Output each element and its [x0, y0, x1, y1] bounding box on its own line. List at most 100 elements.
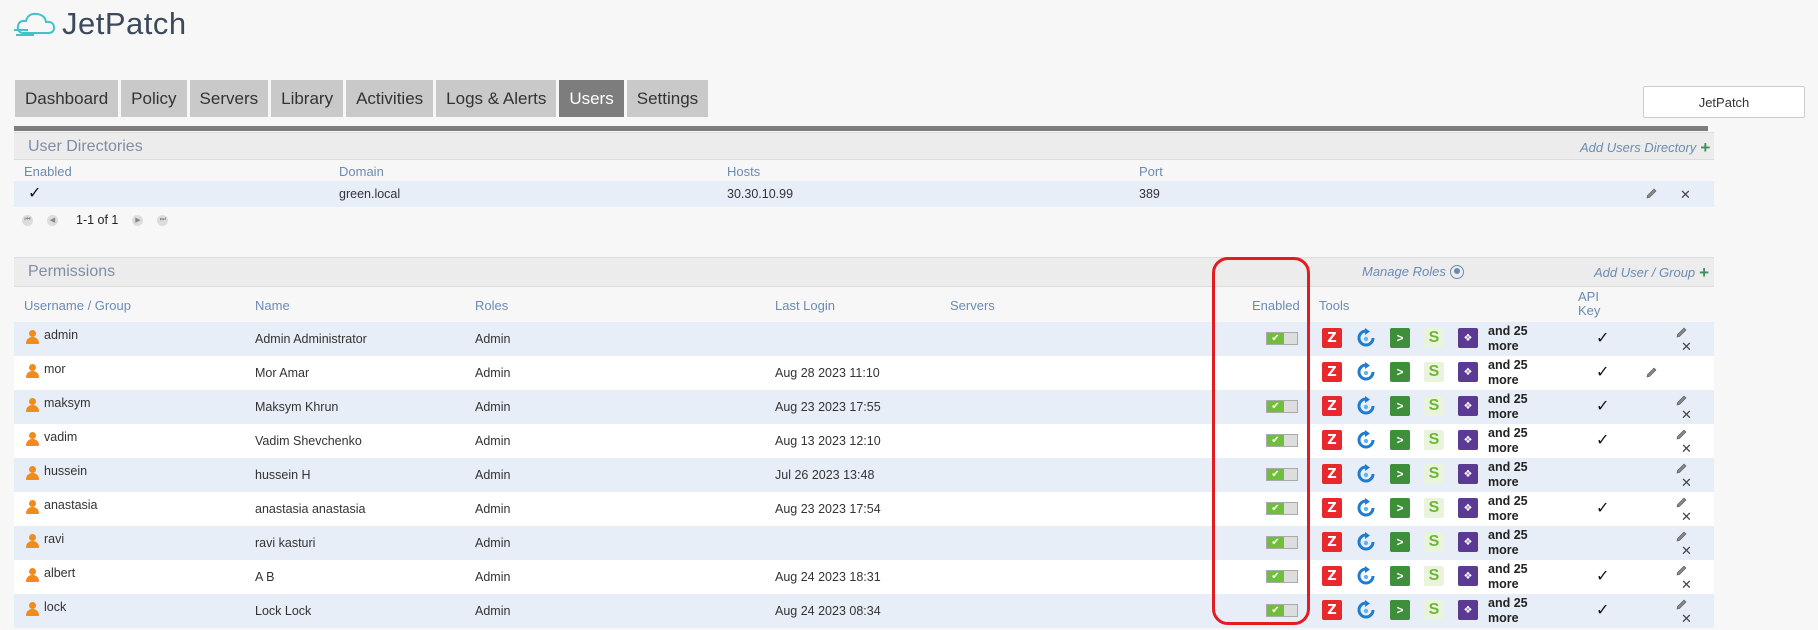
terminal-icon[interactable]: >: [1390, 532, 1410, 552]
zerto-icon[interactable]: Z: [1322, 566, 1342, 586]
pencil-icon[interactable]: [1644, 366, 1658, 380]
more-tools[interactable]: and 25 more: [1488, 562, 1528, 592]
puzzle-icon[interactable]: ❖: [1458, 464, 1478, 484]
pencil-icon[interactable]: [1674, 326, 1688, 340]
puzzle-icon[interactable]: ❖: [1458, 600, 1478, 620]
pencil-icon[interactable]: [1674, 428, 1688, 442]
pencil-icon[interactable]: [1674, 462, 1688, 476]
pencil-icon[interactable]: [1644, 187, 1658, 201]
close-icon[interactable]: ✕: [1681, 475, 1692, 491]
close-icon[interactable]: ✕: [1681, 611, 1692, 627]
col-username-group[interactable]: Username / Group: [24, 298, 131, 313]
terminal-icon[interactable]: >: [1390, 362, 1410, 382]
jetpatch-logo[interactable]: JetPatch: [14, 6, 187, 42]
more-tools[interactable]: and 25 more: [1488, 426, 1528, 456]
enabled-toggle[interactable]: ✔: [1266, 502, 1298, 515]
tab-library[interactable]: Library: [271, 80, 344, 117]
tab-servers[interactable]: Servers: [189, 80, 269, 117]
table-row[interactable]: mor Mor Amar Admin Aug 28 2023 11:10 Z > S ❖ and…: [14, 356, 1714, 390]
zerto-icon[interactable]: Z: [1322, 498, 1342, 518]
enabled-toggle[interactable]: ✔: [1266, 536, 1298, 549]
pencil-icon[interactable]: [1674, 530, 1688, 544]
col-port[interactable]: Port: [1139, 164, 1163, 179]
close-icon[interactable]: ✕: [1681, 407, 1692, 423]
puzzle-icon[interactable]: ❖: [1458, 532, 1478, 552]
pencil-icon[interactable]: [1674, 598, 1688, 612]
zerto-icon[interactable]: Z: [1322, 464, 1342, 484]
more-tools[interactable]: and 25 more: [1488, 528, 1528, 558]
close-icon[interactable]: ✕: [1681, 509, 1692, 525]
terminal-icon[interactable]: >: [1390, 498, 1410, 518]
last-page-icon[interactable]: ⏭: [157, 214, 169, 226]
col-last-login[interactable]: Last Login: [775, 298, 835, 313]
enabled-toggle[interactable]: ✔: [1266, 400, 1298, 413]
col-name[interactable]: Name: [255, 298, 290, 313]
table-row[interactable]: ravi ravi kasturi Admin ✔ Z > S ❖ and 25 more ✕: [14, 526, 1714, 560]
zerto-icon[interactable]: Z: [1322, 362, 1342, 382]
pencil-icon[interactable]: [1674, 496, 1688, 510]
tab-settings[interactable]: Settings: [626, 80, 709, 117]
close-icon[interactable]: ✕: [1680, 187, 1691, 203]
puzzle-icon[interactable]: ❖: [1458, 328, 1478, 348]
refresh-icon[interactable]: [1356, 396, 1376, 416]
s-icon[interactable]: S: [1424, 396, 1444, 416]
col-api-key[interactable]: API Key: [1578, 290, 1600, 318]
next-page-icon[interactable]: ▶: [132, 214, 144, 226]
first-page-icon[interactable]: ⏮: [22, 214, 33, 226]
zerto-icon[interactable]: Z: [1322, 430, 1342, 450]
close-icon[interactable]: ✕: [1681, 543, 1692, 559]
col-roles[interactable]: Roles: [475, 298, 508, 313]
puzzle-icon[interactable]: ❖: [1458, 362, 1478, 382]
refresh-icon[interactable]: [1356, 566, 1376, 586]
s-icon[interactable]: S: [1424, 328, 1444, 348]
table-row[interactable]: hussein hussein H Admin Jul 26 2023 13:48 ✔ Z…: [14, 458, 1714, 492]
tab-logs-alerts[interactable]: Logs & Alerts: [436, 80, 557, 117]
puzzle-icon[interactable]: ❖: [1458, 498, 1478, 518]
enabled-toggle[interactable]: ✔: [1266, 434, 1298, 447]
col-tools[interactable]: Tools: [1319, 298, 1349, 313]
zerto-icon[interactable]: Z: [1322, 328, 1342, 348]
enabled-toggle[interactable]: ✔: [1266, 604, 1298, 617]
table-row[interactable]: vadim Vadim Shevchenko Admin Aug 13 2023 12…: [14, 424, 1714, 458]
refresh-icon[interactable]: [1356, 600, 1376, 620]
s-icon[interactable]: S: [1424, 498, 1444, 518]
add-users-directory-link[interactable]: Add Users Directory +: [1580, 139, 1710, 156]
tab-activities[interactable]: Activities: [346, 80, 434, 117]
more-tools[interactable]: and 25 more: [1488, 358, 1528, 388]
more-tools[interactable]: and 25 more: [1488, 494, 1528, 524]
prev-page-icon[interactable]: ◀: [47, 214, 58, 226]
col-enabled[interactable]: Enabled: [1252, 298, 1300, 313]
refresh-icon[interactable]: [1356, 362, 1376, 382]
puzzle-icon[interactable]: ❖: [1458, 396, 1478, 416]
tab-policy[interactable]: Policy: [121, 80, 187, 117]
s-icon[interactable]: S: [1424, 430, 1444, 450]
enabled-toggle[interactable]: ✔: [1266, 570, 1298, 583]
refresh-icon[interactable]: [1356, 328, 1376, 348]
refresh-icon[interactable]: [1356, 464, 1376, 484]
s-icon[interactable]: S: [1424, 532, 1444, 552]
table-row[interactable]: albert A B Admin Aug 24 2023 18:31 ✔ Z > S ❖ and …: [14, 560, 1714, 594]
more-tools[interactable]: and 25 more: [1488, 596, 1528, 626]
table-row[interactable]: anastasia anastasia anastasia Admin Aug 23 …: [14, 492, 1714, 526]
close-icon[interactable]: ✕: [1681, 577, 1692, 593]
table-row[interactable]: admin Admin Administrator Admin ✔ Z > S ❖ and 25…: [14, 322, 1714, 356]
add-user-group-link[interactable]: Add User / Group +: [1594, 264, 1709, 281]
terminal-icon[interactable]: >: [1390, 430, 1410, 450]
col-hosts[interactable]: Hosts: [727, 164, 760, 179]
terminal-icon[interactable]: >: [1390, 464, 1410, 484]
s-icon[interactable]: S: [1424, 362, 1444, 382]
more-tools[interactable]: and 25 more: [1488, 324, 1528, 354]
puzzle-icon[interactable]: ❖: [1458, 566, 1478, 586]
zerto-icon[interactable]: Z: [1322, 600, 1342, 620]
puzzle-icon[interactable]: ❖: [1458, 430, 1478, 450]
tab-users[interactable]: Users: [559, 80, 624, 117]
manage-roles-link[interactable]: Manage Roles: [1362, 264, 1464, 279]
terminal-icon[interactable]: >: [1390, 328, 1410, 348]
zerto-icon[interactable]: Z: [1322, 532, 1342, 552]
close-icon[interactable]: ✕: [1681, 441, 1692, 457]
pencil-icon[interactable]: [1674, 564, 1688, 578]
s-icon[interactable]: S: [1424, 600, 1444, 620]
terminal-icon[interactable]: >: [1390, 600, 1410, 620]
s-icon[interactable]: S: [1424, 566, 1444, 586]
enabled-toggle[interactable]: ✔: [1266, 332, 1298, 345]
